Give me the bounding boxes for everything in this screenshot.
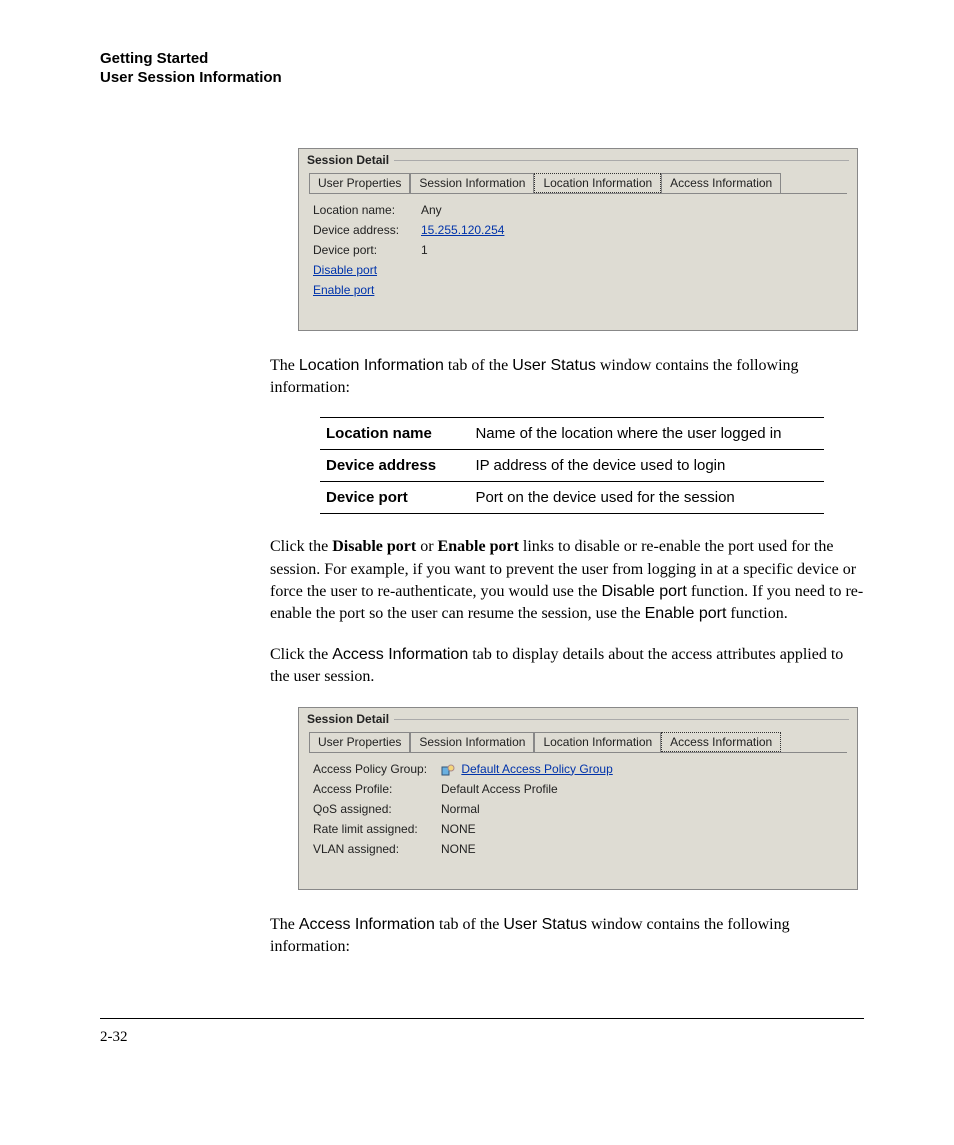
tab-location-information[interactable]: Location Information	[534, 732, 661, 752]
tab-access-information[interactable]: Access Information	[661, 173, 781, 193]
label-device-address: Device address:	[313, 221, 421, 239]
field-device-port: Device port: 1	[299, 240, 857, 260]
field-qos-assigned: QoS assigned: Normal	[299, 799, 857, 819]
value-rate-limit: NONE	[441, 820, 476, 838]
field-access-profile: Access Profile: Default Access Profile	[299, 779, 857, 799]
def-desc: IP address of the device used to login	[469, 450, 824, 482]
paragraph-access-click: Click the Access Information tab to disp…	[270, 644, 864, 689]
main-content: Session Detail User Properties Session I…	[270, 148, 864, 959]
footer-rule	[100, 1018, 864, 1019]
panel-title: Session Detail	[299, 708, 857, 728]
tab-location-information[interactable]: Location Information	[534, 173, 661, 193]
definitions-table: Location name Name of the location where…	[320, 417, 824, 514]
enable-port-link[interactable]: Enable port	[313, 283, 374, 297]
value-device-address[interactable]: 15.255.120.254	[421, 221, 504, 239]
label-rate-limit: Rate limit assigned:	[313, 820, 441, 838]
tab-session-information[interactable]: Session Information	[410, 173, 534, 193]
label-vlan-assigned: VLAN assigned:	[313, 840, 441, 858]
footer: 2-32	[100, 1018, 864, 1046]
tab-user-properties[interactable]: User Properties	[309, 732, 410, 752]
tab-user-properties[interactable]: User Properties	[309, 173, 410, 193]
def-desc: Port on the device used for the session	[469, 482, 824, 514]
label-device-port: Device port:	[313, 241, 421, 259]
label-access-policy-group: Access Policy Group:	[313, 760, 441, 778]
disable-port-link-row: Disable port	[299, 260, 857, 280]
panel-title: Session Detail	[299, 149, 857, 169]
field-location-name: Location name: Any	[299, 200, 857, 220]
def-term: Device address	[320, 450, 469, 482]
tab-bar: User Properties Session Information Loca…	[309, 173, 857, 193]
disable-port-link[interactable]: Disable port	[313, 263, 377, 277]
def-desc: Name of the location where the user logg…	[469, 418, 824, 450]
table-row: Device port Port on the device used for …	[320, 482, 824, 514]
field-rate-limit: Rate limit assigned: NONE	[299, 819, 857, 839]
def-term: Device port	[320, 482, 469, 514]
tab-bar: User Properties Session Information Loca…	[309, 732, 857, 752]
screenshot-access-info: Session Detail User Properties Session I…	[298, 707, 858, 890]
enable-port-link-row: Enable port	[299, 280, 857, 300]
paragraph-location-info: The Location Information tab of the User…	[270, 355, 864, 400]
value-location-name: Any	[421, 201, 442, 219]
value-device-port: 1	[421, 241, 428, 259]
header-line2: User Session Information	[100, 69, 864, 88]
page-number: 2-32	[100, 1029, 864, 1046]
def-term: Location name	[320, 418, 469, 450]
policy-group-icon	[441, 763, 455, 775]
screenshot-location-info: Session Detail User Properties Session I…	[298, 148, 858, 331]
paragraph-access-info: The Access Information tab of the User S…	[270, 914, 864, 959]
value-access-policy-group[interactable]: Default Access Policy Group	[461, 762, 612, 776]
page-header: Getting Started User Session Information	[100, 50, 864, 88]
tab-session-information[interactable]: Session Information	[410, 732, 534, 752]
label-qos-assigned: QoS assigned:	[313, 800, 441, 818]
label-access-profile: Access Profile:	[313, 780, 441, 798]
value-access-profile: Default Access Profile	[441, 780, 558, 798]
paragraph-port-links: Click the Disable port or Enable port li…	[270, 536, 864, 626]
field-access-policy-group: Access Policy Group: Default Access Poli…	[299, 759, 857, 779]
label-location-name: Location name:	[313, 201, 421, 219]
header-line1: Getting Started	[100, 50, 864, 69]
value-qos-assigned: Normal	[441, 800, 480, 818]
value-vlan-assigned: NONE	[441, 840, 476, 858]
field-device-address: Device address: 15.255.120.254	[299, 220, 857, 240]
table-row: Location name Name of the location where…	[320, 418, 824, 450]
table-row: Device address IP address of the device …	[320, 450, 824, 482]
field-vlan-assigned: VLAN assigned: NONE	[299, 839, 857, 859]
tab-access-information[interactable]: Access Information	[661, 732, 781, 752]
